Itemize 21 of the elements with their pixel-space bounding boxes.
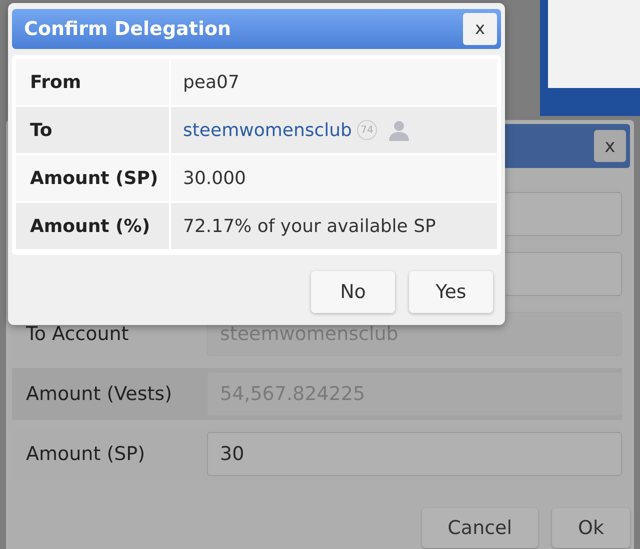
row-value: 72.17% of your available SP [183, 216, 436, 236]
row-label: To [16, 107, 171, 153]
no-button[interactable]: No [311, 271, 395, 313]
reputation-badge: 74 [356, 120, 377, 140]
cancel-button[interactable]: Cancel [422, 508, 538, 548]
row-label: Amount (%) [16, 203, 171, 249]
row-value: 30.000 [183, 168, 246, 188]
field-label: To Account [25, 323, 130, 345]
row-label: Amount (SP) [16, 155, 171, 201]
input-field[interactable]: 30 [207, 432, 622, 476]
user-icon [388, 119, 410, 141]
close-button[interactable]: x [594, 130, 626, 162]
row-value: pea07 [183, 72, 240, 92]
dialog-title: Confirm Delegation [24, 18, 232, 40]
row-label: From [16, 59, 171, 105]
ok-button[interactable]: Ok [552, 508, 630, 548]
account-link[interactable]: steemwomensclub [183, 120, 352, 140]
field-label: Amount (Vests) [25, 383, 173, 405]
close-button[interactable]: x [463, 13, 497, 45]
yes-button[interactable]: Yes [409, 271, 493, 313]
field-label: Amount (SP) [25, 443, 146, 465]
